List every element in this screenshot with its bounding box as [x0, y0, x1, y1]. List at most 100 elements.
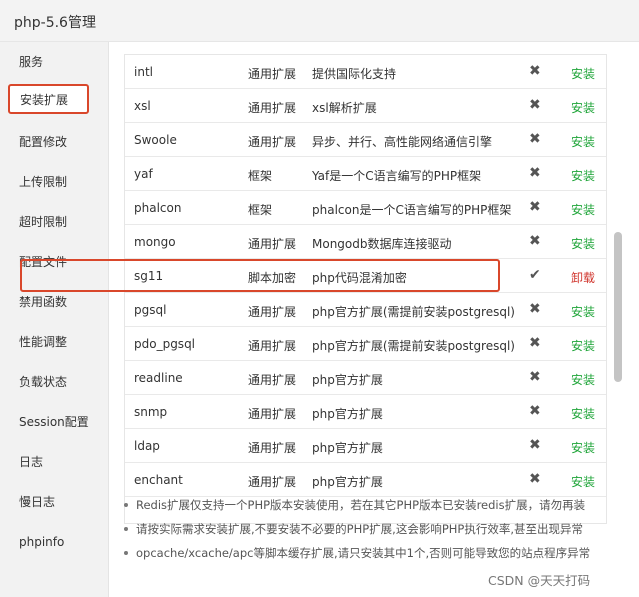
not-installed-icon: ✖ — [529, 199, 541, 215]
table-row: pgsql 通用扩展 php官方扩展(需提前安装postgresql) ✖ 安装 — [125, 293, 606, 327]
extension-desc: Mongodb数据库连接驱动 — [312, 237, 452, 251]
install-button[interactable]: 安装 — [571, 167, 595, 184]
note-text: Redis扩展仅支持一个PHP版本安装使用，若在其它PHP版本已安装redis扩… — [136, 498, 586, 512]
extension-name: yaf — [134, 167, 153, 181]
table-row: yaf 框架 Yaf是一个C语言编写的PHP框架 ✖ 安装 — [125, 157, 606, 191]
note-item: Redis扩展仅支持一个PHP版本安装使用，若在其它PHP版本已安装redis扩… — [124, 497, 629, 513]
table-row: phalcon 框架 phalcon是一个C语言编写的PHP框架 ✖ 安装 — [125, 191, 606, 225]
sidebar-item-upload-limit[interactable]: 上传限制 — [0, 167, 109, 197]
not-installed-icon: ✖ — [529, 301, 541, 317]
table-row: snmp 通用扩展 php官方扩展 ✖ 安装 — [125, 395, 606, 429]
extension-type: 脚本加密 — [248, 271, 297, 285]
table-scrollbar[interactable] — [614, 232, 622, 382]
table-row: readline 通用扩展 php官方扩展 ✖ 安装 — [125, 361, 606, 395]
install-button[interactable]: 安装 — [571, 99, 595, 116]
install-button[interactable]: 安装 — [571, 235, 595, 252]
extension-name: snmp — [134, 405, 168, 419]
extension-type: 通用扩展 — [248, 441, 297, 455]
not-installed-icon: ✖ — [529, 471, 541, 487]
extension-name: intl — [134, 65, 153, 79]
not-installed-icon: ✖ — [529, 369, 541, 385]
sidebar-item-timeout-limit[interactable]: 超时限制 — [0, 207, 109, 237]
extension-table[interactable]: intl 通用扩展 提供国际化支持 ✖ 安装 xsl 通用扩展 xsl解析扩展 … — [124, 54, 607, 524]
extension-type: 通用扩展 — [248, 101, 297, 115]
extension-type: 通用扩展 — [248, 475, 297, 489]
not-installed-icon: ✖ — [529, 97, 541, 113]
extension-desc: php官方扩展(需提前安装postgresql) — [312, 339, 515, 353]
table-row: ldap 通用扩展 php官方扩展 ✖ 安装 — [125, 429, 606, 463]
table-row: xsl 通用扩展 xsl解析扩展 ✖ 安装 — [125, 89, 606, 123]
extension-name: pdo_pgsql — [134, 337, 196, 351]
not-installed-icon: ✖ — [529, 131, 541, 147]
extension-desc: Yaf是一个C语言编写的PHP框架 — [312, 169, 482, 183]
extension-name: pgsql — [134, 303, 167, 317]
watermark: CSDN @天天打码 — [488, 573, 591, 588]
window-titlebar: php-5.6管理 — [0, 0, 639, 42]
extension-type: 通用扩展 — [248, 407, 297, 421]
extension-desc: php官方扩展(需提前安装postgresql) — [312, 305, 515, 319]
extension-name: xsl — [134, 99, 151, 113]
sidebar-item-install-extension[interactable]: 安装扩展 — [8, 84, 89, 114]
bullet-icon — [124, 550, 128, 555]
table-row: sg11 脚本加密 php代码混淆加密 ✔ 卸载 — [125, 259, 606, 293]
sidebar-item-load-status[interactable]: 负载状态 — [0, 367, 109, 397]
install-button[interactable]: 安装 — [571, 439, 595, 456]
extension-name: sg11 — [134, 269, 164, 283]
extension-type: 通用扩展 — [248, 373, 297, 387]
install-button[interactable]: 安装 — [571, 133, 595, 150]
extension-desc: 异步、并行、高性能网络通信引擎 — [312, 135, 493, 149]
extension-name: readline — [134, 371, 183, 385]
extension-desc: 提供国际化支持 — [312, 67, 397, 81]
sidebar: 服务 安装扩展 配置修改 上传限制 超时限制 配置文件 禁用函数 性能调整 负载… — [0, 42, 109, 597]
extension-type: 通用扩展 — [248, 339, 297, 353]
not-installed-icon: ✖ — [529, 437, 541, 453]
table-row: intl 通用扩展 提供国际化支持 ✖ 安装 — [125, 55, 606, 89]
bullet-icon — [124, 502, 128, 507]
extension-type: 通用扩展 — [248, 305, 297, 319]
install-button[interactable]: 安装 — [571, 371, 595, 388]
extension-name: phalcon — [134, 201, 182, 215]
install-button[interactable]: 安装 — [571, 65, 595, 82]
table-row: enchant 通用扩展 php官方扩展 ✖ 安装 — [125, 463, 606, 497]
extension-desc: php官方扩展 — [312, 441, 383, 455]
note-item: 请按实际需求安装扩展,不要安装不必要的PHP扩展,这会影响PHP执行效率,甚至出… — [124, 521, 629, 537]
not-installed-icon: ✖ — [529, 335, 541, 351]
note-text: 请按实际需求安装扩展,不要安装不必要的PHP扩展,这会影响PHP执行效率,甚至出… — [136, 522, 583, 536]
sidebar-item-config-edit[interactable]: 配置修改 — [0, 127, 109, 157]
extension-type: 框架 — [248, 203, 273, 217]
note-text: opcache/xcache/apc等脚本缓存扩展,请只安装其中1个,否则可能导… — [136, 546, 591, 560]
extension-type: 通用扩展 — [248, 67, 297, 81]
install-button[interactable]: 安装 — [571, 473, 595, 490]
extension-desc: xsl解析扩展 — [312, 101, 377, 115]
extension-type: 框架 — [248, 169, 273, 183]
install-button[interactable]: 安装 — [571, 405, 595, 422]
extension-desc: php官方扩展 — [312, 475, 383, 489]
not-installed-icon: ✖ — [529, 403, 541, 419]
table-row: Swoole 通用扩展 异步、并行、高性能网络通信引擎 ✖ 安装 — [125, 123, 606, 157]
bullet-icon — [124, 526, 128, 531]
extension-type: 通用扩展 — [248, 135, 297, 149]
install-button[interactable]: 安装 — [571, 337, 595, 354]
extension-desc: php官方扩展 — [312, 373, 383, 387]
sidebar-item-disabled-functions[interactable]: 禁用函数 — [0, 287, 109, 317]
sidebar-item-service[interactable]: 服务 — [0, 47, 109, 77]
extension-name: enchant — [134, 473, 183, 487]
uninstall-button[interactable]: 卸载 — [571, 269, 595, 286]
extension-desc: phalcon是一个C语言编写的PHP框架 — [312, 203, 512, 217]
sidebar-item-session-config[interactable]: Session配置 — [0, 407, 109, 437]
sidebar-item-slow-log[interactable]: 慢日志 — [0, 487, 109, 517]
install-button[interactable]: 安装 — [571, 201, 595, 218]
sidebar-item-config-file[interactable]: 配置文件 — [0, 247, 109, 277]
install-button[interactable]: 安装 — [571, 303, 595, 320]
window-title: php-5.6管理 — [14, 15, 96, 31]
installed-check-icon: ✔ — [529, 267, 541, 283]
note-item: opcache/xcache/apc等脚本缓存扩展,请只安装其中1个,否则可能导… — [124, 545, 629, 561]
sidebar-item-performance[interactable]: 性能调整 — [0, 327, 109, 357]
table-row: pdo_pgsql 通用扩展 php官方扩展(需提前安装postgresql) … — [125, 327, 606, 361]
extension-desc: php代码混淆加密 — [312, 271, 407, 285]
extension-desc: php官方扩展 — [312, 407, 383, 421]
sidebar-item-log[interactable]: 日志 — [0, 447, 109, 477]
extension-type: 通用扩展 — [248, 237, 297, 251]
sidebar-item-phpinfo[interactable]: phpinfo — [0, 527, 109, 557]
extension-name: Swoole — [134, 133, 177, 147]
